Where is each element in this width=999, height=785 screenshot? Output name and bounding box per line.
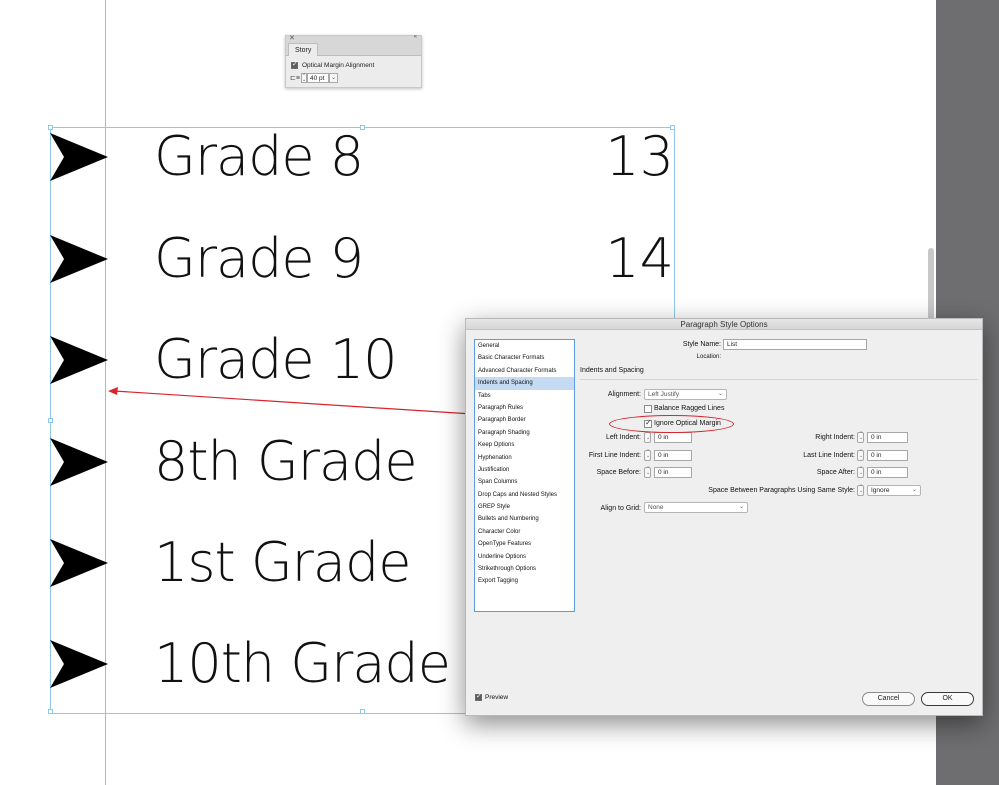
list-item-text: Grade 8 bbox=[154, 125, 364, 188]
first-line-indent-field[interactable]: 0 in bbox=[654, 450, 692, 461]
list-item-text: 1st Grade bbox=[154, 531, 411, 594]
first-line-indent-label: First Line Indent: bbox=[588, 452, 641, 459]
category-item-tabs[interactable]: Tabs bbox=[475, 390, 574, 402]
space-before-field[interactable]: 0 in bbox=[654, 467, 692, 478]
category-item-advanced-character-formats[interactable]: Advanced Character Formats bbox=[475, 365, 574, 377]
arrowhead-bullet-icon bbox=[50, 438, 108, 486]
left-indent-field[interactable]: 0 in bbox=[654, 432, 692, 443]
chevron-down-icon: ⌄ bbox=[717, 391, 723, 397]
list-item: Grade 9 14 bbox=[0, 227, 700, 290]
category-item-character-color[interactable]: Character Color bbox=[475, 526, 574, 538]
space-before-stepper[interactable] bbox=[644, 466, 651, 478]
alignment-dropdown[interactable]: Left Justify ⌄ bbox=[644, 389, 727, 400]
frame-handle-bl[interactable] bbox=[48, 709, 53, 714]
first-line-indent-stepper[interactable] bbox=[644, 449, 651, 461]
space-after-stepper[interactable] bbox=[857, 466, 864, 478]
location-label: Location: bbox=[696, 354, 721, 360]
alignment-value: Left Justify bbox=[648, 391, 680, 398]
list-item-number: 13 bbox=[605, 125, 674, 188]
category-item-paragraph-rules[interactable]: Paragraph Rules bbox=[475, 402, 574, 414]
category-item-indents-and-spacing[interactable]: Indents and Spacing bbox=[475, 377, 574, 390]
category-item-bullets-and-numbering[interactable]: Bullets and Numbering bbox=[475, 513, 574, 525]
category-item-general[interactable]: General bbox=[475, 340, 574, 352]
balance-ragged-checkbox[interactable] bbox=[644, 405, 652, 413]
category-item-strikethrough-options[interactable]: Strikethrough Options bbox=[475, 563, 574, 575]
story-tab-row: Story bbox=[286, 43, 421, 56]
category-item-drop-caps[interactable]: Drop Caps and Nested Styles bbox=[475, 489, 574, 501]
tab-story[interactable]: Story bbox=[288, 43, 319, 56]
category-item-grep-style[interactable]: GREP Style bbox=[475, 501, 574, 513]
text-size-icon: ⊏≡ bbox=[290, 75, 300, 82]
size-field[interactable]: 40 pt bbox=[307, 73, 329, 83]
category-list: General Basic Character Formats Advanced… bbox=[474, 339, 575, 612]
category-item-span-columns[interactable]: Span Columns bbox=[475, 476, 574, 488]
space-between-stepper[interactable] bbox=[857, 484, 864, 496]
preview-checkbox[interactable] bbox=[475, 692, 482, 701]
chevron-down-icon[interactable]: ⌄ bbox=[329, 73, 338, 83]
ok-button[interactable]: OK bbox=[921, 692, 974, 706]
arrowhead-bullet-icon bbox=[50, 640, 108, 688]
category-item-opentype-features[interactable]: OpenType Features bbox=[475, 538, 574, 550]
category-item-justification[interactable]: Justification bbox=[475, 464, 574, 476]
space-before-label: Space Before: bbox=[596, 469, 641, 476]
close-icon[interactable]: ✕ bbox=[289, 34, 295, 42]
list-item-text: Grade 10 bbox=[154, 328, 398, 391]
category-item-export-tagging[interactable]: Export Tagging bbox=[475, 575, 574, 587]
arrowhead-bullet-icon bbox=[50, 133, 108, 181]
align-grid-dropdown[interactable]: None ⌄ bbox=[644, 502, 748, 513]
story-panel: ✕ « Story Optical Margin Alignment ⊏≡ ⌃⌄… bbox=[285, 34, 422, 88]
align-grid-value: None bbox=[648, 504, 664, 511]
right-indent-label: Right Indent: bbox=[815, 434, 855, 441]
optical-margin-label: Optical Margin Alignment bbox=[302, 61, 375, 69]
space-after-field[interactable]: 0 in bbox=[867, 467, 908, 478]
style-name-label: Style Name: bbox=[682, 341, 721, 348]
style-name-field[interactable]: List bbox=[723, 339, 867, 350]
frame-handle-bm[interactable] bbox=[360, 709, 365, 714]
arrowhead-bullet-icon bbox=[50, 235, 108, 283]
vertical-scrollbar-thumb[interactable] bbox=[928, 248, 934, 320]
last-line-indent-label: Last Line Indent: bbox=[803, 452, 855, 459]
balance-ragged-label: Balance Ragged Lines bbox=[654, 405, 725, 412]
category-item-basic-character-formats[interactable]: Basic Character Formats bbox=[475, 352, 574, 364]
optical-margin-checkbox[interactable] bbox=[291, 60, 298, 69]
align-grid-label: Align to Grid: bbox=[600, 505, 641, 512]
story-panel-titlebar[interactable]: ✕ « bbox=[286, 34, 421, 43]
space-between-value: Ignore bbox=[871, 487, 890, 494]
space-between-dropdown[interactable]: Ignore ⌄ bbox=[867, 485, 921, 496]
chevron-down-icon: ⌄ bbox=[738, 504, 744, 510]
space-between-label: Space Between Paragraphs Using Same Styl… bbox=[708, 487, 855, 494]
left-indent-stepper[interactable] bbox=[644, 431, 651, 443]
alignment-label: Alignment: bbox=[607, 391, 641, 398]
list-item-text: 8th Grade bbox=[154, 430, 418, 493]
paragraph-style-options-dialog: Paragraph Style Options General Basic Ch… bbox=[465, 318, 983, 716]
dialog-title[interactable]: Paragraph Style Options bbox=[466, 319, 982, 330]
category-item-underline-options[interactable]: Underline Options bbox=[475, 551, 574, 563]
list-item-text: Grade 9 bbox=[154, 227, 364, 290]
cancel-button[interactable]: Cancel bbox=[862, 692, 915, 706]
section-title: Indents and Spacing bbox=[580, 367, 644, 374]
collapse-icon[interactable]: « bbox=[414, 34, 417, 40]
right-indent-field[interactable]: 0 in bbox=[867, 432, 908, 443]
optical-margin-row: Optical Margin Alignment bbox=[291, 60, 374, 70]
last-line-indent-field[interactable]: 0 in bbox=[867, 450, 908, 461]
arrowhead-bullet-icon bbox=[50, 539, 108, 587]
list-item-number: 14 bbox=[605, 227, 674, 290]
list-item-text: 10th Grade bbox=[154, 632, 451, 695]
annotation-highlight-ellipse bbox=[609, 415, 734, 433]
category-item-keep-options[interactable]: Keep Options bbox=[475, 439, 574, 451]
frame-handle-ml[interactable] bbox=[48, 418, 53, 423]
category-item-paragraph-border[interactable]: Paragraph Border bbox=[475, 414, 574, 426]
right-indent-stepper[interactable] bbox=[857, 431, 864, 443]
arrowhead-bullet-icon bbox=[50, 336, 108, 384]
last-line-indent-stepper[interactable] bbox=[857, 449, 864, 461]
optical-size-row: ⊏≡ ⌃ ⌄ 40 pt ⌄ bbox=[290, 72, 338, 84]
preview-label: Preview bbox=[485, 694, 509, 701]
category-item-paragraph-shading[interactable]: Paragraph Shading bbox=[475, 427, 574, 439]
list-item: Grade 8 13 bbox=[0, 125, 700, 188]
section-divider bbox=[580, 379, 978, 380]
space-after-label: Space After: bbox=[816, 469, 855, 476]
left-indent-label: Left Indent: bbox=[605, 434, 641, 441]
chevron-down-icon: ⌄ bbox=[911, 487, 917, 493]
